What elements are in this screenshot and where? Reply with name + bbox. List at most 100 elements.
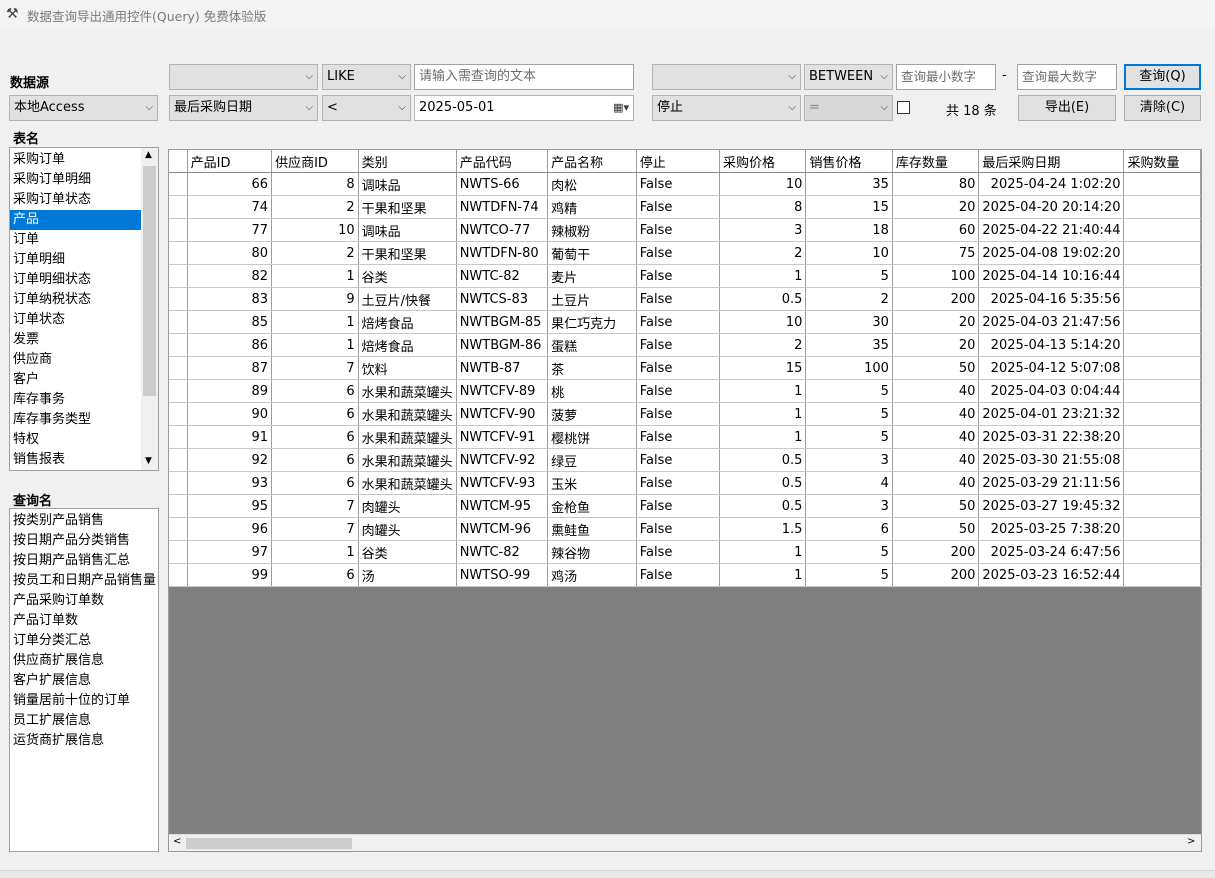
table-cell[interactable]: 茶 [547, 356, 637, 380]
table-cell[interactable]: 水果和蔬菜罐头 [358, 379, 457, 403]
table-cell[interactable]: 2025-03-25 7:38:20 [978, 517, 1125, 541]
queries-listbox[interactable]: 按类别产品销售 按日期产品分类销售 按日期产品销售汇总 按员工和日期产品销售量 产品采购… [9, 508, 159, 852]
chevron-left-icon[interactable]: < [173, 836, 181, 847]
table-cell[interactable] [1123, 356, 1201, 380]
table-cell[interactable]: 2025-03-31 22:38:20 [978, 425, 1125, 449]
table-cell[interactable]: 8 [719, 195, 807, 219]
table-cell[interactable]: 土豆片 [547, 287, 637, 311]
query-list-item[interactable]: 产品订单数 [10, 611, 158, 631]
table-cell[interactable]: 肉罐头 [358, 517, 457, 541]
row-header[interactable] [169, 448, 188, 472]
table-cell[interactable]: 40 [892, 425, 980, 449]
table-cell[interactable]: 6 [271, 425, 359, 449]
row-header[interactable] [169, 471, 188, 495]
table-cell[interactable]: 66 [187, 172, 273, 196]
table-cell[interactable]: 辣谷物 [547, 540, 637, 564]
number-min-input[interactable]: 查询最小数字 [896, 64, 996, 90]
table-cell[interactable]: 100 [892, 264, 980, 288]
table-cell[interactable]: 2025-04-16 5:35:56 [978, 287, 1125, 311]
table-cell[interactable]: NWTS-66 [456, 172, 549, 196]
table-cell[interactable]: 2025-04-01 23:21:32 [978, 402, 1125, 426]
table-cell[interactable]: 3 [805, 448, 893, 472]
table-cell[interactable]: 60 [892, 218, 980, 242]
table-cell[interactable]: 熏鲑鱼 [547, 517, 637, 541]
query-list-item[interactable]: 运货商扩展信息 [10, 731, 158, 751]
table-cell[interactable]: 2025-04-24 1:02:20 [978, 172, 1125, 196]
table-cell[interactable]: NWTCFV-89 [456, 379, 549, 403]
number-max-input[interactable]: 查询最大数字 [1017, 64, 1117, 90]
table-cell[interactable]: 5 [805, 540, 893, 564]
table-list-item[interactable]: 采购订单 [10, 150, 141, 170]
column-header[interactable]: 供应商ID [271, 150, 359, 173]
table-row[interactable]: 93 6 水果和蔬菜罐头 NWTCFV-93 玉米 False 0.5 4 40 2025-03-… [169, 471, 1201, 495]
table-cell[interactable] [1123, 425, 1201, 449]
table-cell[interactable]: NWTBGM-85 [456, 310, 549, 334]
query-list-item[interactable]: 按日期产品销售汇总 [10, 551, 158, 571]
table-row[interactable]: 77 10 调味品 NWTCO-77 辣椒粉 False 3 18 60 2025-04-22 2… [169, 218, 1201, 242]
table-cell[interactable]: NWTCFV-93 [456, 471, 549, 495]
table-cell[interactable]: 85 [187, 310, 273, 334]
table-cell[interactable] [1123, 379, 1201, 403]
table-cell[interactable]: 2 [719, 333, 807, 357]
table-cell[interactable]: False [636, 563, 720, 587]
table-cell[interactable]: 6 [271, 379, 359, 403]
table-cell[interactable]: False [636, 218, 720, 242]
table-cell[interactable]: 20 [892, 333, 980, 357]
table-cell[interactable]: 5 [805, 425, 893, 449]
table-cell[interactable]: 7 [271, 356, 359, 380]
row-header[interactable] [169, 425, 188, 449]
table-cell[interactable]: 74 [187, 195, 273, 219]
row-header[interactable] [169, 563, 188, 587]
table-list-item[interactable]: 采购订单明细 [10, 170, 141, 190]
table-list-item[interactable]: 发票 [10, 330, 141, 350]
table-cell[interactable]: 2025-04-14 10:16:44 [978, 264, 1125, 288]
table-list-item[interactable]: 客户 [10, 370, 141, 390]
table-cell[interactable]: 谷类 [358, 264, 457, 288]
query-list-item[interactable]: 销量居前十位的订单 [10, 691, 158, 711]
column-header[interactable]: 产品代码 [456, 150, 549, 173]
row-header[interactable] [169, 310, 188, 334]
table-cell[interactable]: 5 [805, 563, 893, 587]
query-list-item[interactable]: 按日期产品分类销售 [10, 531, 158, 551]
table-cell[interactable]: 麦片 [547, 264, 637, 288]
table-cell[interactable] [1123, 402, 1201, 426]
table-cell[interactable]: 200 [892, 287, 980, 311]
row-header[interactable] [169, 218, 188, 242]
bool-field-select[interactable]: 停止 ⌵ [652, 95, 801, 121]
table-cell[interactable]: 2025-04-03 0:04:44 [978, 379, 1125, 403]
table-cell[interactable]: 焙烤食品 [358, 310, 457, 334]
table-cell[interactable] [1123, 517, 1201, 541]
table-cell[interactable]: 89 [187, 379, 273, 403]
table-cell[interactable]: 1 [719, 563, 807, 587]
table-cell[interactable]: 绿豆 [547, 448, 637, 472]
table-list-item[interactable]: 库存事务 [10, 390, 141, 410]
grid-hscrollbar[interactable]: < > [169, 834, 1201, 851]
date-operator-select[interactable]: < ⌵ [322, 95, 411, 121]
table-cell[interactable]: 土豆片/快餐 [358, 287, 457, 311]
table-cell[interactable]: False [636, 172, 720, 196]
table-cell[interactable]: 35 [805, 172, 893, 196]
table-cell[interactable]: 葡萄干 [547, 241, 637, 265]
scroll-thumb[interactable] [143, 166, 156, 396]
table-cell[interactable]: 2025-03-23 16:52:44 [978, 563, 1125, 587]
table-cell[interactable] [1123, 195, 1201, 219]
table-cell[interactable]: 6 [805, 517, 893, 541]
table-cell[interactable] [1123, 494, 1201, 518]
table-row[interactable]: 86 1 焙烤食品 NWTBGM-86 蛋糕 False 2 35 20 2025-04-13 5… [169, 333, 1201, 357]
table-row[interactable]: 83 9 土豆片/快餐 NWTCS-83 土豆片 False 0.5 2 200 2025-04-… [169, 287, 1201, 311]
table-cell[interactable]: 水果和蔬菜罐头 [358, 402, 457, 426]
table-cell[interactable]: NWTCM-96 [456, 517, 549, 541]
row-header[interactable] [169, 172, 188, 196]
table-cell[interactable]: 100 [805, 356, 893, 380]
table-cell[interactable]: False [636, 241, 720, 265]
table-cell[interactable]: False [636, 448, 720, 472]
table-cell[interactable]: 2025-04-22 21:40:44 [978, 218, 1125, 242]
table-cell[interactable]: 2025-03-29 21:11:56 [978, 471, 1125, 495]
table-cell[interactable]: False [636, 494, 720, 518]
table-cell[interactable]: 2025-04-08 19:02:20 [978, 241, 1125, 265]
query-list-item[interactable]: 产品采购订单数 [10, 591, 158, 611]
table-cell[interactable]: 1 [271, 540, 359, 564]
date-field-select[interactable]: 最后采购日期 ⌵ [169, 95, 318, 121]
table-cell[interactable]: 1.5 [719, 517, 807, 541]
table-cell[interactable]: False [636, 264, 720, 288]
